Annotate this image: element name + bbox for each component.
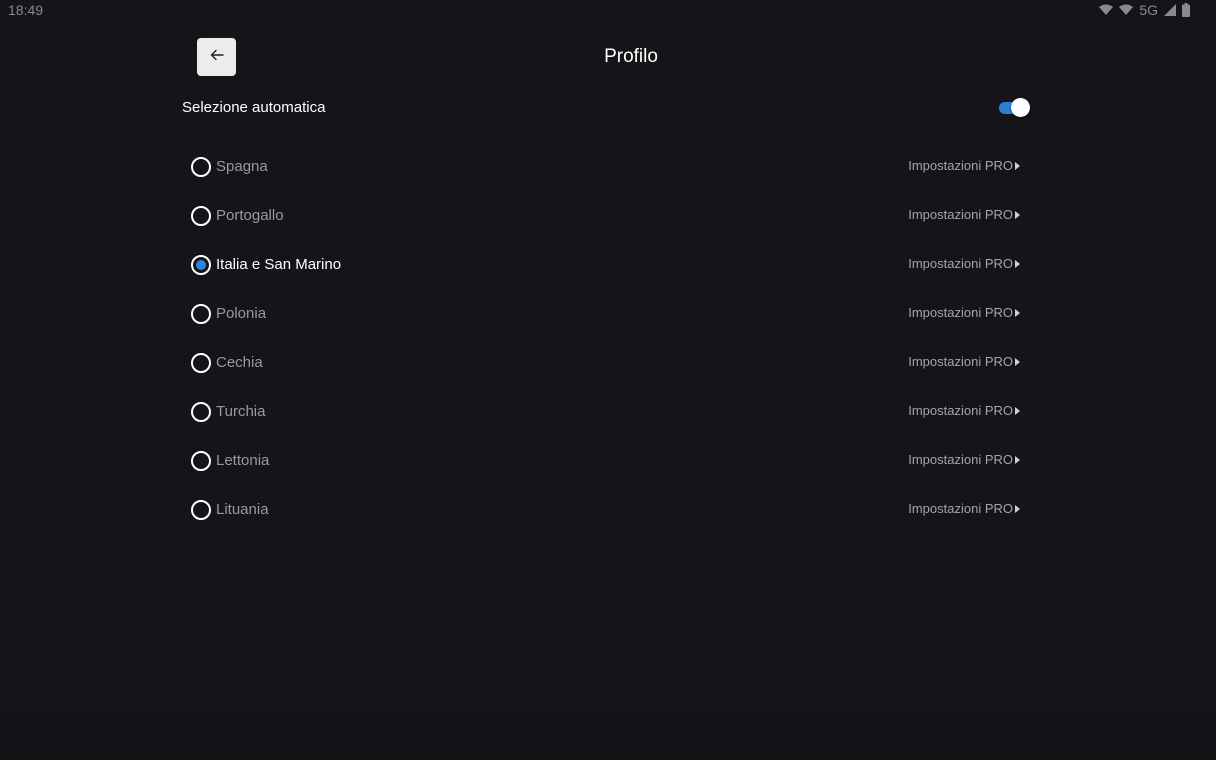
pro-settings-label: Impostazioni PRO	[908, 403, 1013, 418]
radio-button[interactable]	[191, 499, 211, 520]
wifi-icon	[1119, 4, 1134, 16]
profile-row-turchia[interactable]: Turchia Impostazioni PRO	[190, 387, 1030, 436]
radio-button[interactable]	[191, 156, 211, 177]
status-icons: 5G	[1099, 2, 1190, 18]
radio-button-selected[interactable]	[191, 254, 211, 275]
radio-button[interactable]	[191, 205, 211, 226]
pro-settings-label: Impostazioni PRO	[908, 158, 1013, 173]
profile-row-spagna[interactable]: Spagna Impostazioni PRO	[190, 142, 1030, 191]
auto-selection-label: Selezione automatica	[182, 99, 326, 116]
radio-button[interactable]	[191, 401, 211, 422]
pro-settings-label: Impostazioni PRO	[908, 452, 1013, 467]
caret-right-icon	[1015, 161, 1020, 170]
wifi-icon	[1099, 4, 1114, 16]
profile-list: Spagna Impostazioni PRO Portogallo Impos…	[190, 142, 1030, 534]
caret-right-icon	[1015, 259, 1020, 268]
profile-row-italia-san-marino[interactable]: Italia e San Marino Impostazioni PRO	[190, 240, 1030, 289]
profile-name: Portogallo	[216, 207, 284, 224]
radio-button[interactable]	[191, 450, 211, 471]
toggle-knob	[1011, 98, 1030, 117]
page-title-wrap: Profilo	[0, 46, 1216, 68]
screen: 18:49 5G Profilo Selezione automatica Sp…	[0, 0, 1216, 760]
profile-name: Polonia	[216, 305, 267, 322]
pro-settings-label: Impostazioni PRO	[908, 501, 1013, 516]
caret-right-icon	[1015, 406, 1020, 415]
back-button[interactable]	[197, 38, 236, 76]
radio-button[interactable]	[191, 303, 211, 324]
profile-row-polonia[interactable]: Polonia Impostazioni PRO	[190, 289, 1030, 338]
pro-settings-link[interactable]: Impostazioni PRO	[908, 354, 1020, 369]
pro-settings-link[interactable]: Impostazioni PRO	[908, 305, 1020, 320]
profile-row-portogallo[interactable]: Portogallo Impostazioni PRO	[190, 191, 1030, 240]
auto-selection-toggle[interactable]	[998, 98, 1032, 118]
pro-settings-link[interactable]: Impostazioni PRO	[908, 452, 1020, 467]
battery-icon	[1182, 3, 1190, 17]
status-time: 18:49	[8, 2, 44, 18]
profile-name: Turchia	[216, 403, 266, 420]
profile-name: Lettonia	[216, 452, 270, 469]
pro-settings-label: Impostazioni PRO	[908, 305, 1013, 320]
pro-settings-link[interactable]: Impostazioni PRO	[908, 207, 1020, 222]
caret-right-icon	[1015, 308, 1020, 317]
caret-right-icon	[1015, 504, 1020, 513]
pro-settings-link[interactable]: Impostazioni PRO	[908, 501, 1020, 516]
radio-button[interactable]	[191, 352, 211, 373]
navigation-bar	[0, 712, 1216, 760]
pro-settings-label: Impostazioni PRO	[908, 354, 1013, 369]
profile-row-lettonia[interactable]: Lettonia Impostazioni PRO	[190, 436, 1030, 485]
network-type-label: 5G	[1139, 2, 1158, 18]
pro-settings-label: Impostazioni PRO	[908, 207, 1013, 222]
profile-name: Italia e San Marino	[216, 256, 342, 273]
caret-right-icon	[1015, 357, 1020, 366]
cellular-signal-icon	[1164, 4, 1176, 16]
pro-settings-link[interactable]: Impostazioni PRO	[908, 256, 1020, 271]
profile-name: Spagna	[216, 158, 268, 175]
page-title: Profilo	[604, 46, 658, 67]
pro-settings-link[interactable]: Impostazioni PRO	[908, 403, 1020, 418]
profile-row-lituania[interactable]: Lituania Impostazioni PRO	[190, 485, 1030, 534]
profile-row-cechia[interactable]: Cechia Impostazioni PRO	[190, 338, 1030, 387]
profile-name: Cechia	[216, 354, 263, 371]
caret-right-icon	[1015, 210, 1020, 219]
pro-settings-label: Impostazioni PRO	[908, 256, 1013, 271]
profile-name: Lituania	[216, 501, 269, 518]
pro-settings-link[interactable]: Impostazioni PRO	[908, 158, 1020, 173]
caret-right-icon	[1015, 455, 1020, 464]
arrow-left-icon	[210, 48, 224, 66]
status-bar: 18:49 5G	[0, 0, 1216, 20]
